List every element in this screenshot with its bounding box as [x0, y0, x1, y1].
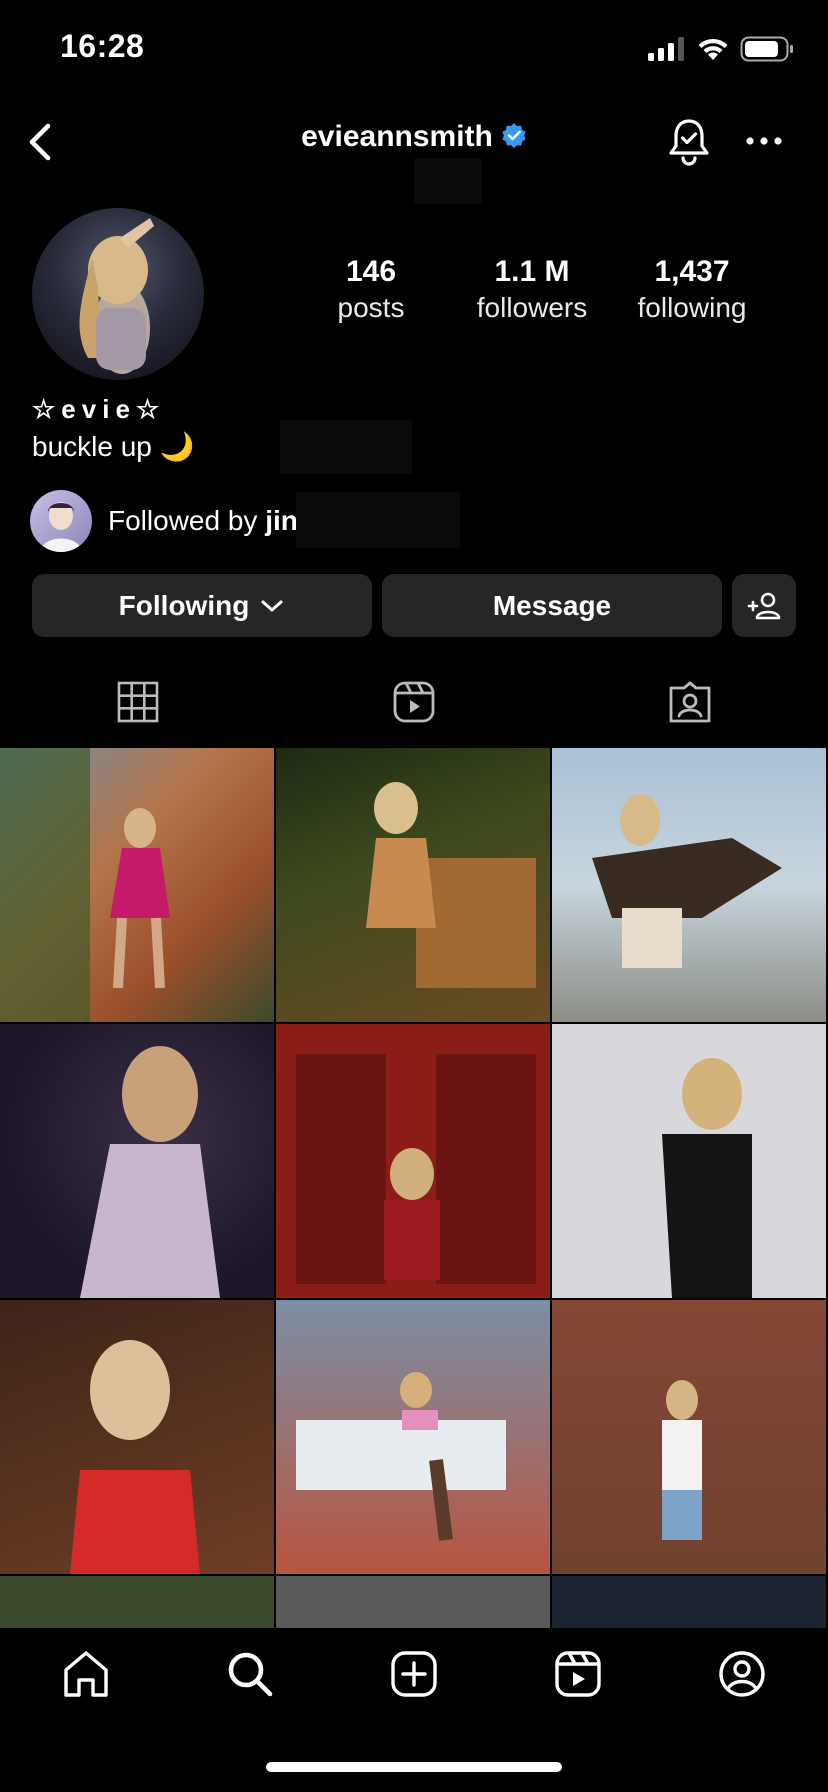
- reels-icon[interactable]: [552, 1648, 604, 1700]
- stat-followers[interactable]: 1.1 M followers: [462, 254, 602, 326]
- tagged-tab-icon[interactable]: [668, 680, 712, 724]
- username: evieannsmith: [301, 120, 493, 153]
- redaction-block: [280, 420, 412, 474]
- stat-posts[interactable]: 146 posts: [316, 254, 426, 326]
- notification-bell-icon[interactable]: [666, 116, 712, 166]
- posts-grid-tab-icon[interactable]: [116, 680, 160, 724]
- message-button[interactable]: Message: [382, 574, 722, 637]
- stat-followers-label: followers: [476, 292, 588, 323]
- stat-following[interactable]: 1,437 following: [624, 254, 760, 326]
- post-thumbnail[interactable]: [276, 1024, 550, 1298]
- create-icon[interactable]: [388, 1648, 440, 1700]
- post-thumbnail[interactable]: [552, 748, 826, 1022]
- post-thumbnail[interactable]: [552, 1024, 826, 1298]
- mutual-follower-avatar: [30, 490, 92, 552]
- add-person-icon: [747, 592, 781, 619]
- followed-by-text: Followed by jin: [108, 505, 298, 537]
- status-icons: [648, 36, 794, 62]
- battery-icon: [740, 36, 793, 62]
- verified-badge-icon: [502, 123, 526, 149]
- home-indicator: [266, 1762, 562, 1772]
- following-button[interactable]: Following: [32, 574, 372, 637]
- post-thumbnail[interactable]: [552, 1300, 826, 1574]
- followed-by-row[interactable]: Followed by jin: [30, 490, 298, 552]
- chevron-down-icon: [261, 600, 283, 611]
- stat-following-label: following: [637, 292, 747, 323]
- wifi-icon: [698, 38, 728, 60]
- redaction-block: [414, 158, 482, 204]
- suggest-people-button[interactable]: [732, 574, 796, 637]
- following-button-label: Following: [118, 589, 250, 621]
- followed-by-name: jin: [265, 505, 298, 536]
- stat-posts-value: 146: [345, 255, 397, 288]
- post-thumbnail[interactable]: [0, 748, 274, 1022]
- stat-posts-label: posts: [337, 292, 405, 323]
- post-thumbnail[interactable]: [0, 1300, 274, 1574]
- home-icon[interactable]: [60, 1648, 112, 1700]
- status-time: 16:28: [60, 28, 145, 64]
- post-thumbnail[interactable]: [276, 748, 550, 1022]
- redaction-block: [296, 492, 460, 548]
- stat-following-value: 1,437: [654, 255, 730, 288]
- post-thumbnail[interactable]: [0, 1576, 274, 1628]
- post-thumbnail[interactable]: [0, 1024, 274, 1298]
- stat-followers-value: 1.1 M: [494, 255, 570, 288]
- message-button-label: Message: [492, 589, 612, 621]
- followed-by-prefix: Followed by: [108, 505, 266, 536]
- more-options-icon[interactable]: [744, 124, 784, 158]
- search-icon[interactable]: [224, 1648, 276, 1700]
- post-thumbnail[interactable]: [276, 1300, 550, 1574]
- post-thumbnail[interactable]: [276, 1576, 550, 1628]
- reels-tab-icon[interactable]: [392, 680, 436, 724]
- profile-avatar[interactable]: [32, 208, 204, 380]
- display-name: ☆evie☆: [32, 394, 166, 424]
- avatar-photo: [79, 218, 154, 374]
- profile-icon[interactable]: [716, 1648, 768, 1700]
- post-thumbnail[interactable]: [552, 1576, 826, 1628]
- cellular-signal-icon: [648, 37, 684, 61]
- posts-grid: [0, 748, 828, 1628]
- bio-text: buckle up 🌙: [32, 431, 195, 462]
